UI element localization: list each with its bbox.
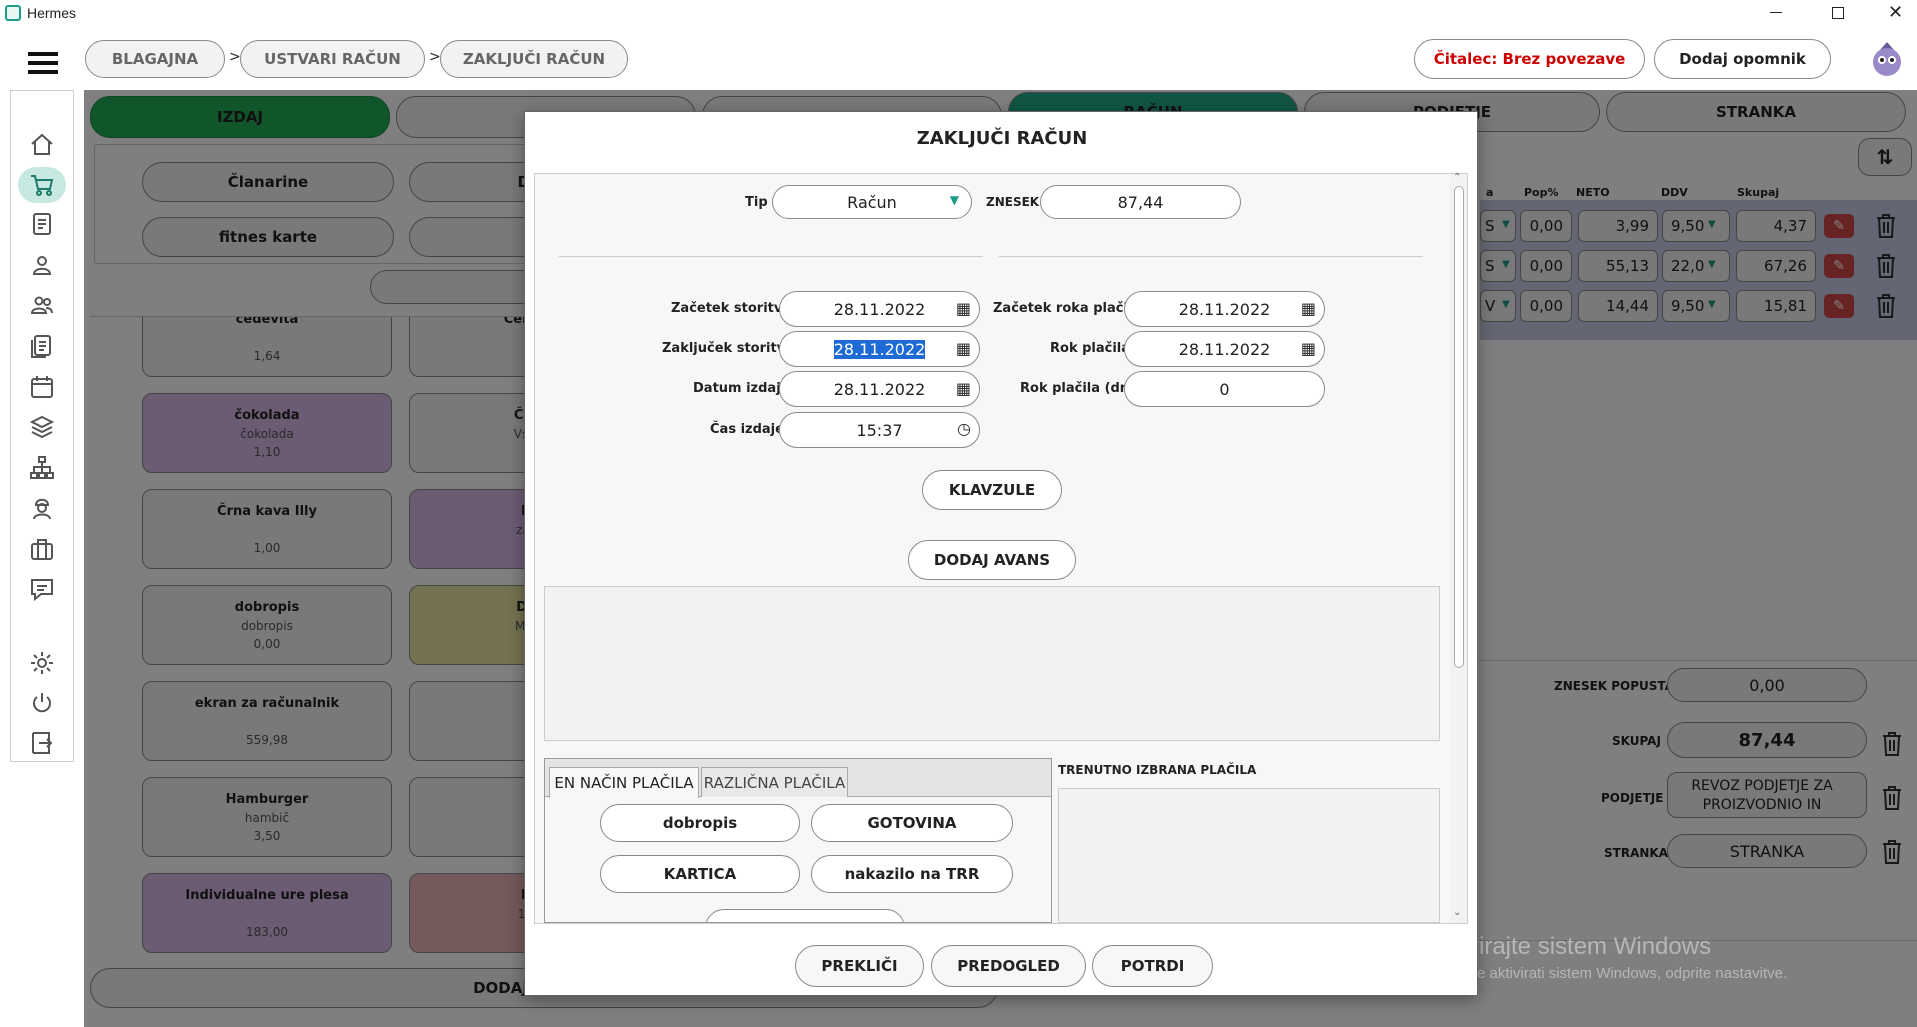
- dropdown-icon: ▼: [949, 193, 959, 207]
- dialog-title: ZAKLJUČI RAČUN: [916, 128, 1088, 149]
- amount-label: ZNESEK: [986, 195, 1040, 209]
- tab-multiple-payments[interactable]: RAZLIČNA PLAČILA: [701, 767, 848, 797]
- app-icon: [5, 5, 21, 21]
- issue-date-label: Datum izdaje: [693, 381, 790, 396]
- add-reminder-button[interactable]: Dodaj opomnik: [1654, 39, 1831, 79]
- logout-icon[interactable]: [26, 727, 58, 759]
- chat-icon[interactable]: [26, 573, 58, 605]
- breadcrumb-zakljuci-racun[interactable]: ZAKLJUČI RAČUN: [440, 40, 628, 78]
- breadcrumb-sep-2: >: [429, 49, 441, 65]
- invoice-icon[interactable]: [26, 208, 58, 240]
- user-icon[interactable]: [26, 249, 58, 281]
- minimize-icon[interactable]: [1770, 12, 1782, 13]
- preview-button[interactable]: PREDOGLED: [931, 945, 1086, 987]
- scrollbar[interactable]: [1450, 174, 1467, 923]
- pay-start-label: Začetek roka plačila: [993, 301, 1142, 316]
- settings-icon[interactable]: [26, 647, 58, 679]
- divider: [559, 256, 983, 257]
- home-icon[interactable]: [26, 128, 58, 160]
- avatar[interactable]: [1870, 40, 1904, 78]
- calendar-icon[interactable]: ▦: [1301, 339, 1316, 358]
- selected-payments-label: TRENUTNO IZBRANA PLAČILA: [1058, 763, 1257, 777]
- title-bar: Hermes ✕: [0, 0, 1917, 28]
- pay-days-field[interactable]: 0: [1124, 371, 1325, 407]
- menu-icon[interactable]: [28, 52, 58, 74]
- tab-single-payment[interactable]: EN NAČIN PLAČILA: [549, 767, 699, 798]
- windows-watermark: Aktivirajte sistem Windows Če želite akt…: [1427, 933, 1788, 982]
- type-label: Tip: [745, 195, 768, 210]
- worker-icon[interactable]: [26, 492, 58, 524]
- scroll-down-icon[interactable]: ⌄: [1453, 907, 1461, 918]
- calendar-icon[interactable]: ▦: [956, 379, 971, 398]
- restore-icon[interactable]: [1832, 7, 1844, 19]
- payment-more[interactable]: [705, 909, 905, 922]
- selected-payments-list: [1058, 788, 1440, 923]
- issue-time-label: Čas izdaje: [710, 422, 784, 437]
- amount-field[interactable]: 87,44: [1040, 185, 1241, 219]
- advance-list: [544, 586, 1440, 741]
- payment-nakazilo[interactable]: nakazilo na TRR: [811, 855, 1013, 893]
- type-select[interactable]: Račun ▼: [772, 185, 972, 219]
- issue-time-field[interactable]: 15:37 ◷: [779, 412, 980, 448]
- layers-icon[interactable]: [26, 411, 58, 443]
- service-end-field[interactable]: 28.11.2022 ▦: [779, 331, 980, 367]
- calendar-icon[interactable]: ▦: [956, 299, 971, 318]
- service-start-label: Začetek storitve: [671, 301, 792, 316]
- breadcrumb-ustvari-racun[interactable]: USTVARI RAČUN: [240, 40, 425, 78]
- add-advance-button[interactable]: DODAJ AVANS: [908, 540, 1076, 580]
- pay-start-field[interactable]: 28.11.2022 ▦: [1124, 291, 1325, 327]
- payment-tabs-panel: EN NAČIN PLAČILA RAZLIČNA PLAČILA dobrop…: [544, 758, 1052, 923]
- cancel-button[interactable]: PREKLIČI: [795, 945, 924, 987]
- hierarchy-icon[interactable]: [26, 452, 58, 484]
- confirm-button[interactable]: POTRDI: [1092, 945, 1213, 987]
- close-icon[interactable]: ✕: [1888, 2, 1903, 23]
- breadcrumb-sep-1: >: [229, 49, 241, 65]
- cart-icon[interactable]: [18, 167, 66, 203]
- calendar-icon[interactable]: [26, 371, 58, 403]
- payment-dobropis[interactable]: dobropis: [600, 804, 800, 842]
- payment-kartica[interactable]: KARTICA: [600, 855, 800, 893]
- power-icon[interactable]: [26, 687, 58, 719]
- scroll-up-icon[interactable]: ⌃: [1453, 172, 1461, 183]
- pay-days-label: Rok plačila (dni): [1020, 381, 1140, 396]
- service-end-label: Zaključek storitve: [662, 341, 794, 356]
- reader-status-button[interactable]: Čitalec: Brez povezave: [1414, 39, 1645, 79]
- window-title: Hermes: [27, 5, 77, 21]
- briefcase-icon[interactable]: [26, 533, 58, 565]
- payment-gotovina[interactable]: GOTOVINA: [811, 804, 1013, 842]
- issue-date-field[interactable]: 28.11.2022 ▦: [779, 371, 980, 407]
- documents-icon[interactable]: [26, 330, 58, 362]
- divider: [999, 256, 1423, 257]
- calendar-icon[interactable]: ▦: [956, 339, 971, 358]
- close-invoice-dialog: ZAKLJUČI RAČUN ⌃ ⌄ Tip Račun ▼ ZNESEK 87…: [524, 111, 1478, 996]
- pay-due-label: Rok plačila: [1050, 341, 1131, 356]
- calendar-icon[interactable]: ▦: [1301, 299, 1316, 318]
- breadcrumb-blagajna[interactable]: BLAGAJNA: [85, 40, 225, 78]
- clock-icon[interactable]: ◷: [957, 419, 971, 438]
- service-start-field[interactable]: 28.11.2022 ▦: [779, 291, 980, 327]
- clauses-button[interactable]: KLAVZULE: [922, 470, 1062, 510]
- pay-due-field[interactable]: 28.11.2022 ▦: [1124, 331, 1325, 367]
- users-icon[interactable]: [26, 289, 58, 321]
